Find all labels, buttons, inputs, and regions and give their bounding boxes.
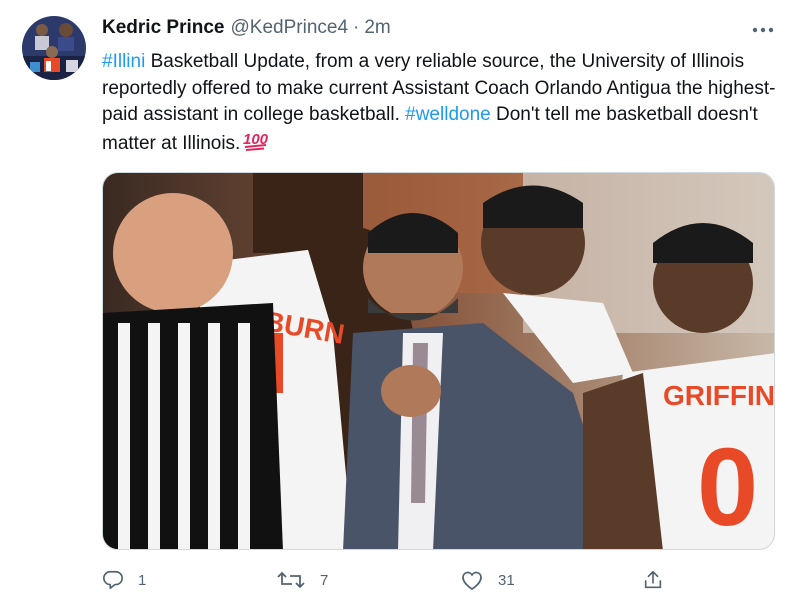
like-icon [462,571,482,590]
like-count: 31 [498,571,515,589]
avatar-image [22,16,86,80]
author-handle[interactable]: @KedPrince4 [231,17,349,39]
more-icon [752,27,774,33]
hashtag-illini[interactable]: #Illini [102,51,145,72]
share-button[interactable] [642,565,664,595]
retweet-icon [277,571,305,589]
basketball-huddle-photo: CKBURN GRIFFIN 0 [103,173,775,549]
hundred-points-emoji: 100 [242,129,269,160]
author-name[interactable]: Kedric Prince [102,17,225,39]
avatar[interactable] [22,16,86,80]
svg-text:GRIFFIN: GRIFFIN [663,380,775,411]
reply-icon [103,570,123,590]
tweet-timestamp[interactable]: 2m [364,17,390,39]
tweet-card[interactable]: Kedric Prince @KedPrince4 · 2m #Illini B… [0,0,798,610]
reply-count: 1 [138,571,147,589]
tweet-photo[interactable]: CKBURN GRIFFIN 0 [102,172,775,550]
like-button[interactable]: 31 [460,565,515,595]
separator-dot: · [353,17,360,38]
reply-button[interactable]: 1 [102,565,146,595]
tweet-actions: 1 7 31 [102,565,682,595]
more-button[interactable] [748,18,778,42]
svg-text:0: 0 [697,426,758,549]
hashtag-welldone[interactable]: #welldone [405,104,491,125]
retweet-button[interactable]: 7 [276,565,328,595]
share-icon [644,570,662,589]
retweet-count: 7 [320,571,329,589]
tweet-text: #Illini Basketball Update, from a very r… [102,49,782,159]
tweet-header: Kedric Prince @KedPrince4 · 2m [102,14,391,42]
